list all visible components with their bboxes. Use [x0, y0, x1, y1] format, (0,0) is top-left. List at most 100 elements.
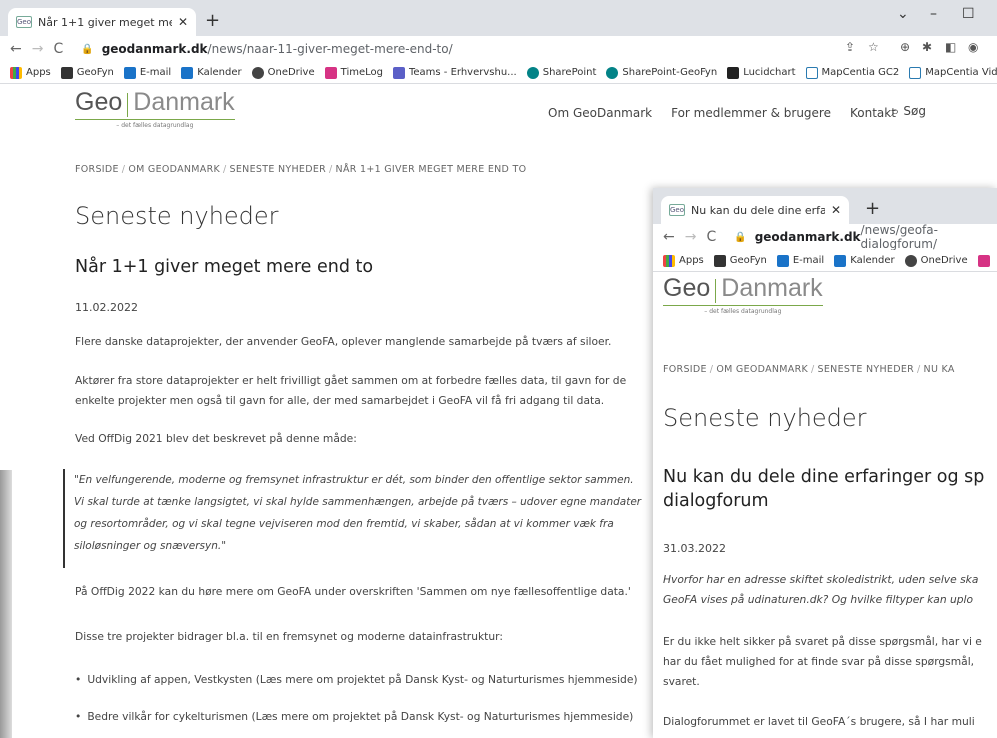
- geodanmark-logo[interactable]: Geo Danmark – det fælles datagrundlag: [75, 88, 235, 129]
- article-paragraph: Disse tre projekter bidrager bl.a. til e…: [75, 630, 503, 643]
- page-content: Geo Danmark – det fælles datagrundlag FO…: [653, 272, 997, 738]
- profile-avatar-icon[interactable]: ◉: [968, 40, 978, 54]
- outlook-icon: [776, 254, 789, 267]
- logo-geo: Geo: [75, 88, 123, 116]
- window-shadow: [0, 470, 12, 738]
- breadcrumb-om-geodanmark[interactable]: OM GEODANMARK: [128, 164, 220, 175]
- geodanmark-favicon: Geo: [669, 204, 685, 216]
- back-button[interactable]: ←: [10, 41, 22, 57]
- forward-button[interactable]: →: [685, 229, 697, 245]
- bookmark-apps[interactable]: Apps: [663, 254, 704, 267]
- geofyn-icon: [713, 254, 726, 267]
- tab-strip: Geo Nu kan du dele dine erfaringer o ✕ +: [653, 188, 997, 224]
- bookmark-email[interactable]: E-mail: [776, 254, 824, 267]
- bookmark-geofyn[interactable]: GeoFyn: [60, 66, 114, 79]
- breadcrumb-forside[interactable]: FORSIDE: [75, 164, 119, 175]
- bookmark-sharepoint[interactable]: SharePoint: [526, 66, 596, 79]
- lucidchart-icon: [727, 66, 740, 79]
- address-bar[interactable]: 🔒 geodanmark.dk/news/geofa-dialogforum/: [734, 223, 997, 251]
- calendar-icon: [181, 66, 194, 79]
- nav-om-geodanmark[interactable]: Om GeoDanmark: [548, 106, 652, 120]
- article-paragraph-line: Dialogforummet er lavet til GeoFA´s brug…: [663, 715, 975, 728]
- article-intro-line: Hvorfor har en adresse skiftet skoledist…: [663, 573, 979, 586]
- article-paragraph: Ved OffDig 2021 blev det beskrevet på de…: [75, 432, 357, 445]
- section-title: Seneste nyheder: [75, 202, 279, 230]
- browser-tab-active[interactable]: Geo Når 1+1 giver meget mere end t ✕: [8, 8, 196, 36]
- breadcrumb-seneste-nyheder[interactable]: SENESTE NYHEDER: [230, 164, 326, 175]
- article-paragraph-line: har du fået mulighed for at finde svar p…: [663, 655, 975, 668]
- breadcrumb: FORSIDE / OM GEODANMARK / SENESTE NYHEDER / NÅ…: [75, 164, 527, 175]
- url-domain: geodanmark.dk: [101, 42, 208, 56]
- bookmark-mapcentia-vidi[interactable]: MapCentia Vidi: [909, 66, 997, 79]
- calendar-icon: [834, 254, 847, 267]
- minimize-button[interactable]: –: [930, 6, 937, 22]
- url-path: /news/geofa-dialogforum/: [860, 223, 938, 251]
- new-tab-button[interactable]: +: [205, 10, 220, 31]
- extension-icon[interactable]: ⊕: [900, 40, 910, 54]
- address-bar[interactable]: 🔒 geodanmark.dk/news/naar-11-giver-meget…: [81, 42, 452, 56]
- tab-search-icon[interactable]: ⌄: [897, 6, 909, 22]
- logo-underline: [75, 119, 235, 120]
- bookmark-lucidchart[interactable]: Lucidchart: [727, 66, 796, 79]
- browser-tab-active[interactable]: Geo Nu kan du dele dine erfaringer o ✕: [661, 196, 849, 224]
- tab-strip: Geo Når 1+1 giver meget mere end t ✕ + ⌄…: [0, 0, 997, 36]
- bookmark-kalender[interactable]: Kalender: [181, 66, 242, 79]
- url-path: /news/naar-11-giver-meget-mere-end-to/: [207, 42, 453, 56]
- bookmark-email[interactable]: E-mail: [123, 66, 171, 79]
- bookmarks-bar: Apps GeoFyn E-mail Kalender OneDrive Tim…: [0, 62, 997, 84]
- lock-icon: 🔒: [734, 231, 747, 243]
- nav-kontakt[interactable]: Kontakt: [850, 106, 896, 120]
- sidebar-icon[interactable]: ◧: [945, 40, 956, 54]
- bookmark-kalender[interactable]: Kalender: [834, 254, 895, 267]
- logo-danmark: Danmark: [721, 274, 823, 302]
- logo-divider: [127, 93, 129, 117]
- breadcrumb-forside[interactable]: FORSIDE: [663, 364, 707, 375]
- nav-medlemmer-brugere[interactable]: For medlemmer & brugere: [671, 106, 831, 120]
- sharepoint-icon: [526, 66, 539, 79]
- article-paragraph: Flere danske dataprojekter, der anvender…: [75, 335, 612, 348]
- timelog-icon: [324, 66, 337, 79]
- bookmark-onedrive[interactable]: OneDrive: [251, 66, 315, 79]
- browser-toolbar: ← → C 🔒 geodanmark.dk/news/geofa-dialogf…: [653, 223, 997, 251]
- bookmark-teams[interactable]: Teams - Erhvervshu...: [392, 66, 517, 79]
- reload-button[interactable]: C: [53, 41, 63, 57]
- mapcentia-icon: [909, 66, 922, 79]
- bookmark-timelog[interactable]: [977, 254, 994, 267]
- geodanmark-logo[interactable]: Geo Danmark – det fælles datagrundlag: [663, 274, 823, 315]
- new-tab-button[interactable]: +: [865, 198, 880, 219]
- logo-divider: [715, 279, 717, 303]
- share-icon[interactable]: ⇪: [845, 40, 855, 54]
- onedrive-icon: [251, 66, 264, 79]
- lock-icon: 🔒: [81, 43, 94, 55]
- search-label: Søg: [903, 104, 926, 118]
- back-button[interactable]: ←: [663, 229, 675, 245]
- search-icon: ⌕: [891, 102, 900, 120]
- article-paragraph: Aktører fra store dataprojekter er helt …: [75, 374, 627, 407]
- list-item[interactable]: Bedre vilkår for cykelturismen (Læs mere…: [75, 710, 655, 723]
- article-paragraph-line: svaret.: [663, 675, 700, 688]
- bookmark-geofyn[interactable]: GeoFyn: [713, 254, 767, 267]
- bookmark-star-icon[interactable]: ☆: [868, 40, 879, 54]
- forward-button[interactable]: →: [32, 41, 44, 57]
- bookmark-timelog[interactable]: TimeLog: [324, 66, 383, 79]
- search-link[interactable]: ⌕ Søg: [891, 102, 926, 120]
- bookmark-onedrive[interactable]: OneDrive: [904, 254, 968, 267]
- article-paragraph: På OffDig 2022 kan du høre mere om GeoFA…: [75, 585, 631, 598]
- maximize-button[interactable]: ☐: [962, 6, 975, 22]
- logo-geo: Geo: [663, 274, 711, 302]
- close-tab-icon[interactable]: ✕: [831, 203, 841, 217]
- breadcrumb-seneste-nyheder[interactable]: SENESTE NYHEDER: [818, 364, 914, 375]
- close-tab-icon[interactable]: ✕: [178, 15, 188, 29]
- reload-button[interactable]: C: [706, 229, 716, 245]
- second-browser-window[interactable]: Geo Nu kan du dele dine erfaringer o ✕ +…: [653, 188, 997, 738]
- bookmark-sharepoint-geofyn[interactable]: SharePoint-GeoFyn: [606, 66, 717, 79]
- breadcrumb-current: NU KA: [923, 364, 955, 375]
- browser-toolbar: ← → C 🔒 geodanmark.dk/news/naar-11-giver…: [0, 36, 997, 62]
- bookmark-mapcentia-gc2[interactable]: MapCentia GC2: [805, 66, 899, 79]
- breadcrumb-om-geodanmark[interactable]: OM GEODANMARK: [716, 364, 808, 375]
- puzzle-icon[interactable]: ✱: [922, 40, 932, 54]
- bookmarks-bar: Apps GeoFyn E-mail Kalender OneDrive: [653, 250, 997, 272]
- list-item[interactable]: Udvikling af appen, Vestkysten (Læs mere…: [75, 673, 655, 686]
- article-title-line: Nu kan du dele dine erfaringer og sp: [663, 467, 985, 487]
- bookmark-apps[interactable]: Apps: [10, 66, 51, 79]
